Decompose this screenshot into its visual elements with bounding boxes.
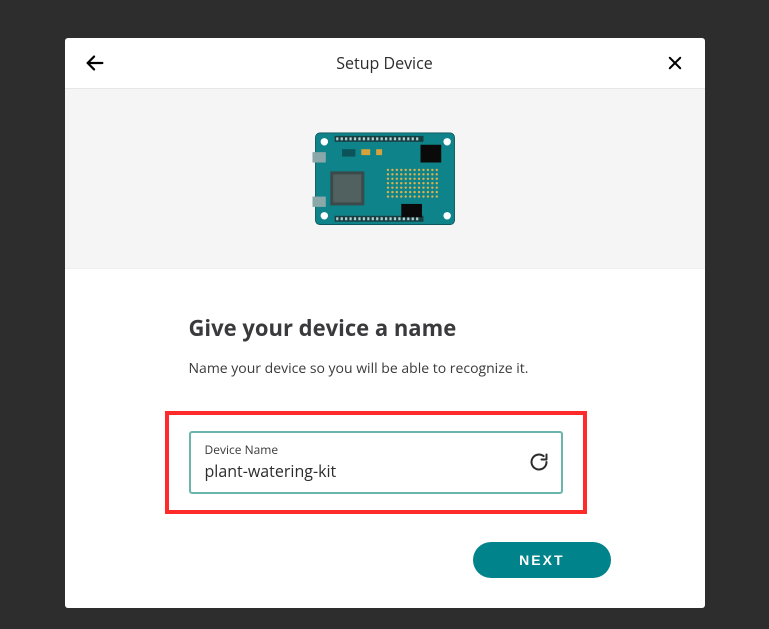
back-button[interactable] [83, 51, 107, 75]
close-icon [666, 54, 684, 72]
input-label: Device Name [205, 441, 529, 458]
regenerate-name-button[interactable] [529, 452, 549, 472]
next-button[interactable]: NEXT [473, 542, 610, 578]
close-button[interactable] [663, 51, 687, 75]
highlighted-region: Device Name [165, 411, 587, 514]
modal-header: Setup Device [65, 38, 705, 89]
modal-title: Setup Device [336, 52, 433, 74]
page-description: Name your device so you will be able to … [189, 359, 581, 378]
arrow-left-icon [84, 52, 106, 74]
refresh-icon [529, 452, 549, 472]
setup-device-modal: Setup Device [65, 38, 705, 608]
modal-footer: NEXT [65, 542, 705, 608]
device-illustration [65, 89, 705, 269]
arduino-board-icon [311, 127, 459, 231]
page-heading: Give your device a name [189, 313, 581, 343]
device-name-field[interactable]: Device Name [189, 431, 563, 494]
device-name-input[interactable] [205, 460, 529, 482]
modal-content: Give your device a name Name your device… [65, 269, 705, 542]
